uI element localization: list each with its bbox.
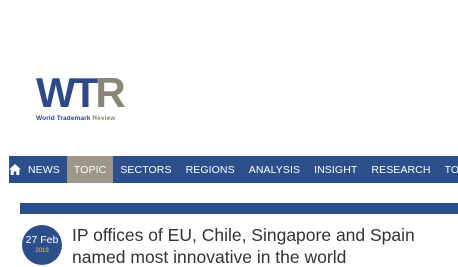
nav-item-analysis[interactable]: ANALYSIS — [242, 156, 307, 183]
nav-item-research[interactable]: RESEARCH — [364, 156, 437, 183]
date-year: 2019 — [35, 248, 49, 254]
page: W T R World Trademark Review NEWS TOPIC … — [0, 0, 458, 267]
nav-home[interactable] — [9, 156, 21, 183]
wtr-logo[interactable]: W T R World Trademark Review — [36, 69, 146, 125]
logo-letter-w: W — [36, 69, 76, 116]
logo-letter-r: R — [95, 69, 125, 116]
date-badge: 27 Feb 2019 — [22, 225, 62, 265]
nav-item-top[interactable]: TOP — [438, 156, 458, 183]
logo-letter-t: T — [72, 69, 99, 116]
nav-item-sectors[interactable]: SECTORS — [113, 156, 178, 183]
nav-item-regions[interactable]: REGIONS — [179, 156, 242, 183]
date-day: 27 Feb — [25, 234, 59, 246]
section-divider — [20, 203, 458, 214]
nav-item-topic[interactable]: TOPIC — [66, 156, 114, 183]
nav-item-news[interactable]: NEWS — [21, 156, 67, 183]
home-icon — [9, 164, 21, 175]
main-nav: NEWS TOPIC SECTORS REGIONS ANALYSIS INSI… — [9, 156, 458, 183]
logo-subtitle: World Trademark Review — [36, 115, 146, 122]
logo-subtitle-accent: Review — [92, 115, 116, 122]
logo-mark: W T R — [36, 69, 146, 116]
article-headline[interactable]: IP offices of EU, Chile, Singapore and S… — [72, 224, 458, 267]
logo-subtitle-main: World Trademark — [36, 115, 93, 122]
nav-item-insight[interactable]: INSIGHT — [307, 156, 364, 183]
